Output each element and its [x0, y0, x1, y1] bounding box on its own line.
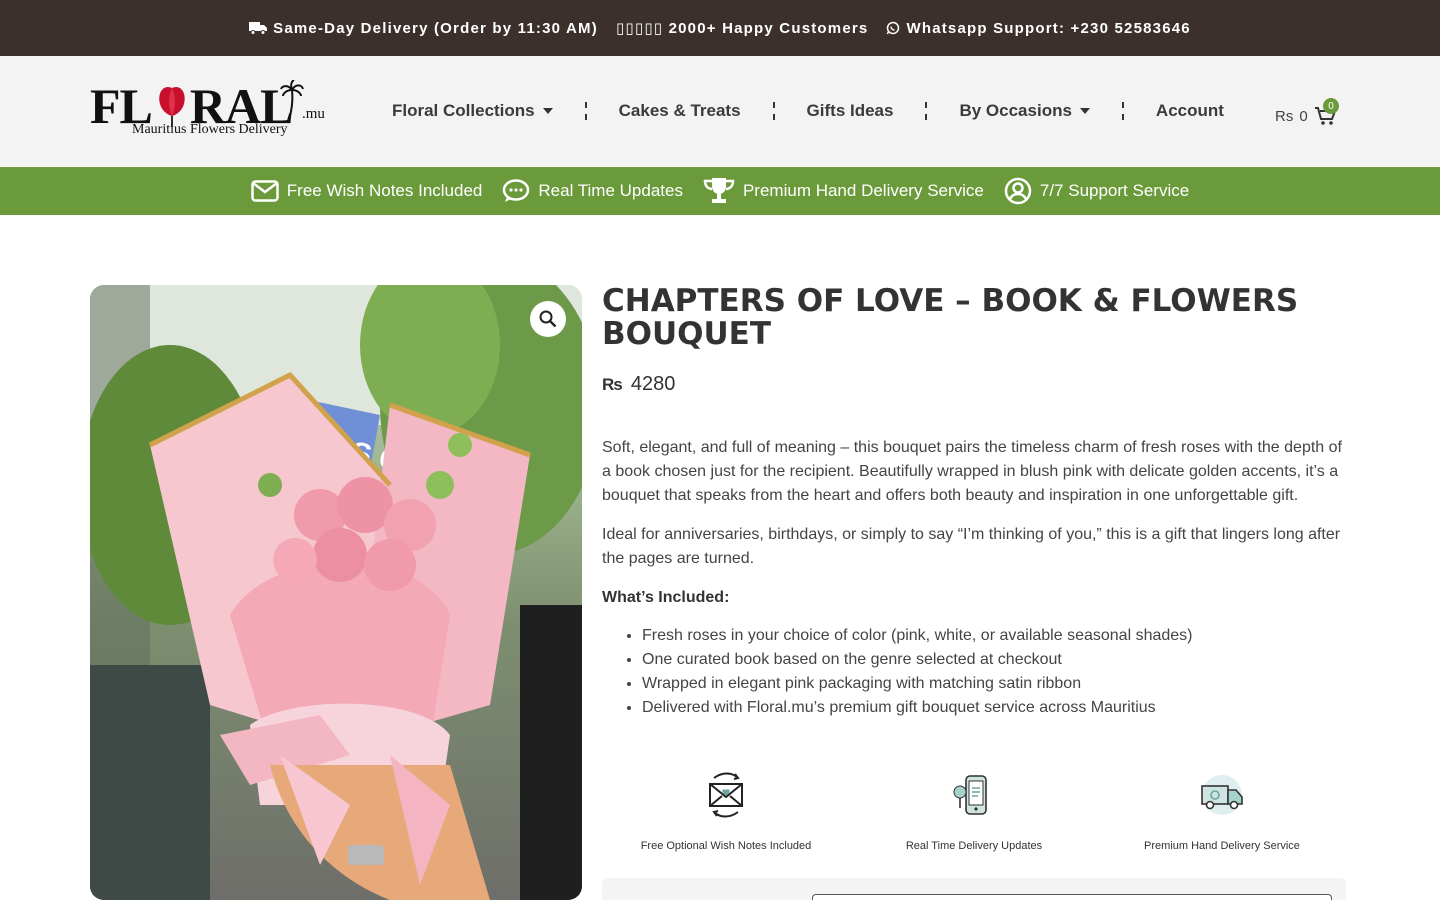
- benefit-support: 7/7 Support Service: [1004, 177, 1189, 205]
- list-item: Wrapped in elegant pink packaging with m…: [642, 672, 1347, 696]
- list-item: Delivered with Floral.mu’s premium gift …: [642, 696, 1347, 720]
- envelope-icon: [251, 180, 279, 202]
- benefits-strip: Free Wish Notes Included Real Time Updat…: [0, 167, 1440, 215]
- benefit-label: Free Wish Notes Included: [286, 181, 483, 200]
- chevron-down-icon: [1079, 108, 1090, 114]
- delivery-truck-icon: [1197, 770, 1247, 820]
- product-image[interactable]: THIS GIRL: [90, 285, 582, 900]
- chat-icon: [503, 179, 530, 202]
- price-amount: 4280: [630, 373, 676, 395]
- palm-tree-icon: [280, 80, 304, 116]
- logo-domain: .mu: [302, 106, 325, 122]
- delivery-text: Same-Day Delivery (Order by 11:30 AM): [273, 19, 598, 37]
- user-circle-icon: [1004, 177, 1032, 205]
- list-item: Fresh roses in your choice of color (pin…: [642, 624, 1347, 648]
- cart-total: 0: [1299, 107, 1308, 125]
- included-heading: What’s Included:: [602, 589, 730, 606]
- cart-count-badge: 0: [1323, 98, 1339, 114]
- feature-highlights: Free Optional Wish Notes Included Real T…: [602, 770, 1346, 860]
- customers-text: ▯▯▯▯▯ 2000+ Happy Customers: [615, 20, 869, 37]
- nav-gifts-ideas[interactable]: Gifts Ideas: [775, 101, 926, 121]
- product-options-form: [602, 878, 1346, 900]
- feature-label: Premium Hand Delivery Service: [1144, 840, 1300, 852]
- benefit-hand-delivery: Premium Hand Delivery Service: [703, 177, 984, 205]
- nav-label: Gifts Ideas: [806, 101, 894, 120]
- phone-tracking-icon: [949, 770, 999, 820]
- cart-button[interactable]: Rs 0 0: [1275, 98, 1339, 126]
- product-description: Soft, elegant, and full of meaning – thi…: [602, 436, 1347, 720]
- product-title: CHAPTERS OF LOVE – BOOK & FLOWERS BOUQUE…: [602, 283, 1299, 352]
- benefit-real-time: Real Time Updates: [502, 179, 683, 203]
- feature-real-time: Real Time Delivery Updates: [850, 770, 1098, 860]
- top-announcement-bar: Same-Day Delivery (Order by 11:30 AM) ▯▯…: [0, 0, 1440, 56]
- genre-select[interactable]: [812, 894, 1332, 900]
- nav-label: By Occasions: [959, 101, 1072, 120]
- feature-label: Real Time Delivery Updates: [905, 840, 1043, 852]
- nav-label: Cakes & Treats: [618, 101, 741, 120]
- whatsapp-icon: [887, 21, 900, 35]
- nav-account[interactable]: Account: [1124, 101, 1256, 121]
- nav-label: Account: [1155, 101, 1224, 120]
- site-header: FL RAL .mu Mauritius Flowers Delivery Flo…: [0, 56, 1440, 166]
- benefit-wish-notes: Free Wish Notes Included: [251, 180, 483, 202]
- zoom-button[interactable]: [530, 301, 566, 337]
- nav-cakes-treats[interactable]: Cakes & Treats: [587, 101, 773, 121]
- same-day-delivery-notice: Same-Day Delivery (Order by 11:30 AM): [249, 20, 598, 37]
- price-currency: ₨: [602, 375, 623, 394]
- description-paragraph: Ideal for anniversaries, birthdays, or s…: [602, 526, 1341, 567]
- logo-tagline: Mauritius Flowers Delivery: [132, 122, 288, 137]
- magnifier-icon: [539, 310, 557, 328]
- feature-wish-notes: Free Optional Wish Notes Included: [602, 770, 850, 860]
- cart-currency: Rs: [1275, 107, 1294, 125]
- nav-floral-collections[interactable]: Floral Collections: [360, 101, 585, 121]
- whatsapp-text: Whatsapp Support: +230 52583646: [906, 19, 1191, 37]
- nav-label: Floral Collections: [392, 101, 535, 120]
- whatsapp-support[interactable]: Whatsapp Support: +230 52583646: [886, 20, 1190, 37]
- nav-by-occasions[interactable]: By Occasions: [927, 101, 1121, 121]
- feature-hand-delivery: Premium Hand Delivery Service: [1098, 770, 1346, 860]
- benefit-label: 7/7 Support Service: [1039, 181, 1190, 200]
- truck-icon: [249, 22, 268, 35]
- benefit-label: Real Time Updates: [538, 181, 683, 200]
- benefit-label: Premium Hand Delivery Service: [742, 181, 984, 200]
- list-item: One curated book based on the genre sele…: [642, 648, 1347, 672]
- trophy-icon: [703, 178, 735, 203]
- main-navigation: Floral Collections Cakes & Treats Gifts …: [360, 56, 1256, 166]
- site-logo[interactable]: FL RAL .mu Mauritius Flowers Delivery: [90, 80, 330, 144]
- included-list: Fresh roses in your choice of color (pin…: [642, 624, 1347, 720]
- customers-notice: ▯▯▯▯▯ 2000+ Happy Customers: [616, 19, 869, 37]
- wish-note-icon: [701, 770, 751, 820]
- chevron-down-icon: [542, 108, 553, 114]
- product-price: ₨ 4280: [602, 373, 675, 396]
- description-paragraph: Soft, elegant, and full of meaning – thi…: [602, 439, 1342, 504]
- bouquet-illustration: THIS GIRL: [90, 285, 582, 900]
- feature-label: Free Optional Wish Notes Included: [640, 840, 812, 852]
